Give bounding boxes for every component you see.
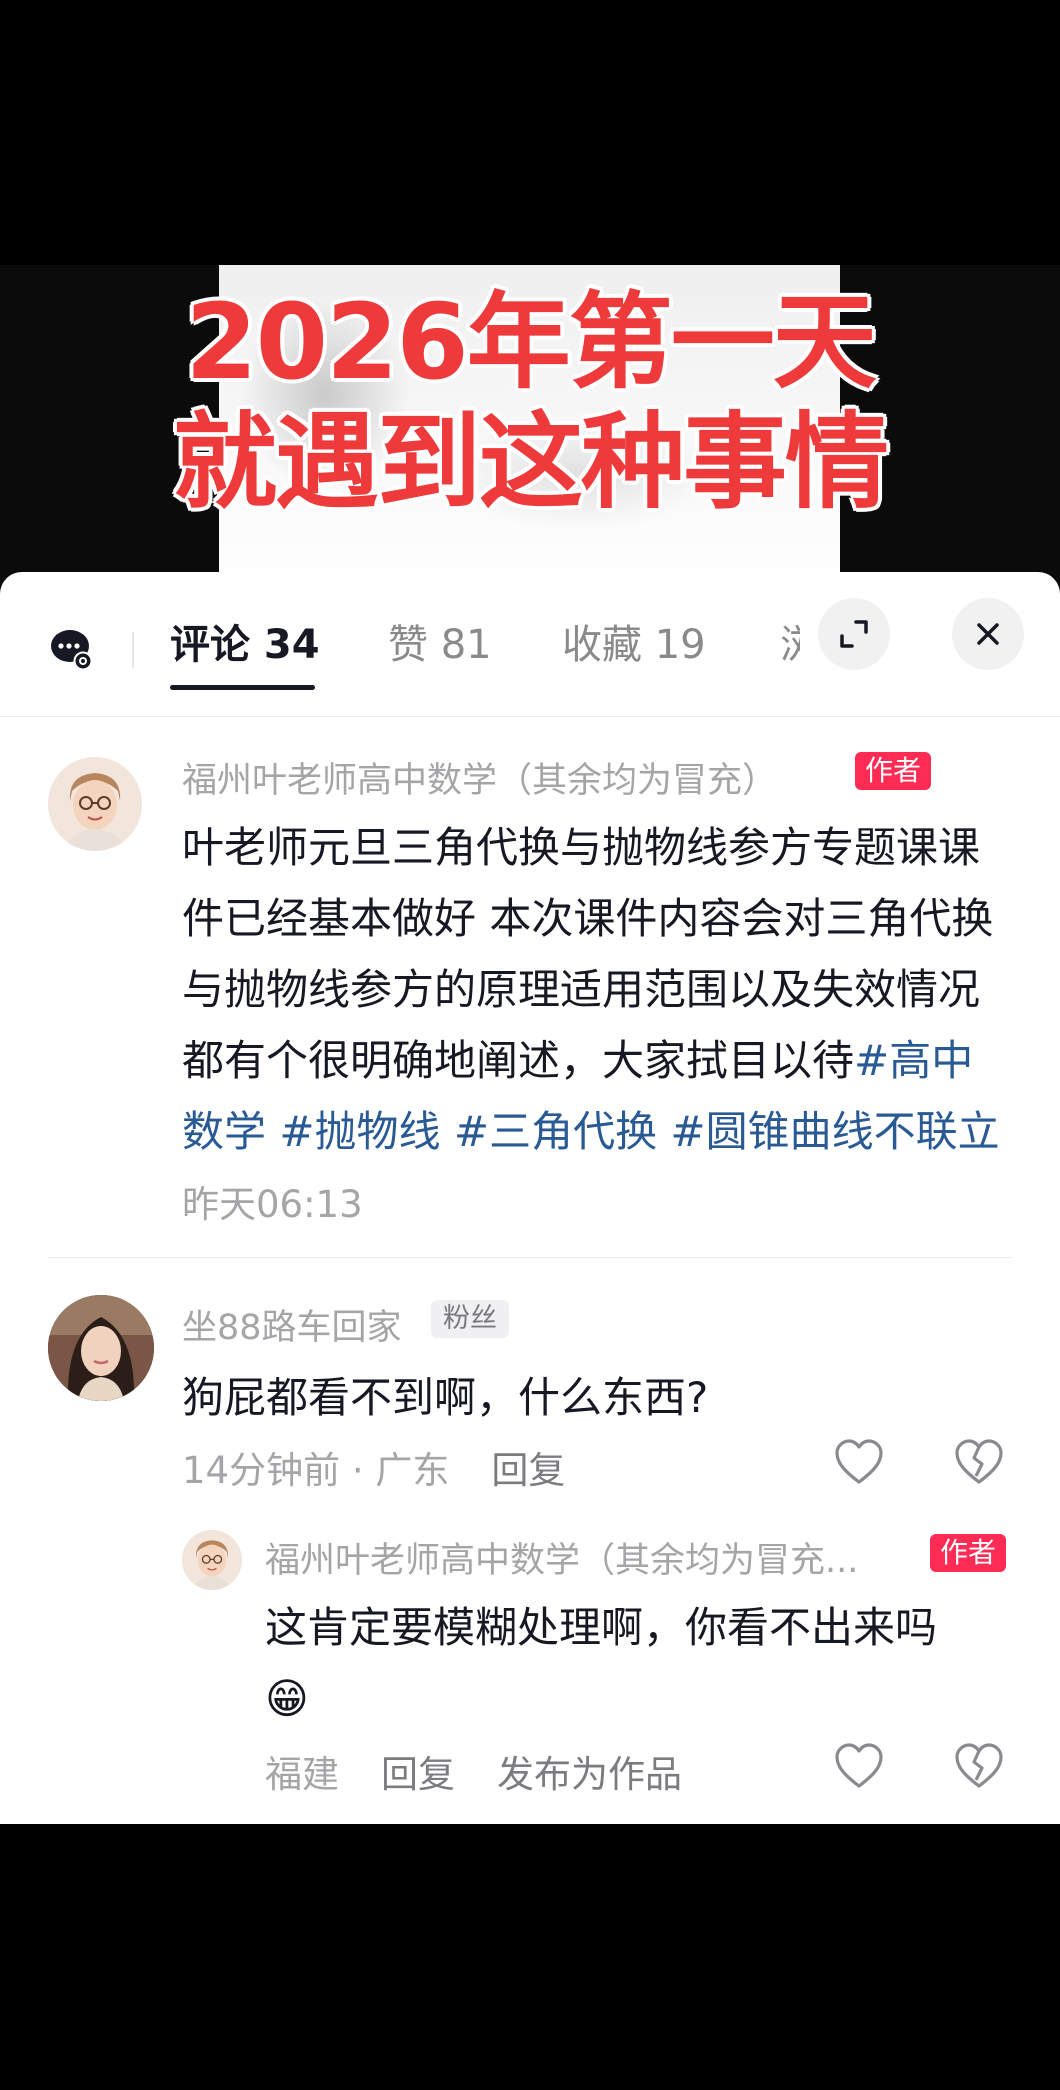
close-icon: [977, 623, 999, 645]
video-area[interactable]: 2026年第一天 就遇到这种事情: [0, 0, 1060, 600]
comment-time-location: 14分钟前 · 广东: [182, 1449, 450, 1492]
avatar[interactable]: [182, 1530, 242, 1590]
comment-divider: [48, 1257, 1012, 1258]
reply-button[interactable]: 回复: [381, 1753, 455, 1796]
avatar[interactable]: [48, 757, 142, 851]
video-headline-line1: 2026年第一天: [185, 281, 876, 403]
comment-author-name[interactable]: 福州叶老师高中数学（其余均为冒充）: [182, 752, 777, 803]
reply-button[interactable]: 回复: [491, 1449, 565, 1492]
bottom-black-area: [0, 1824, 1060, 2090]
reply-author-name[interactable]: 福州叶老师高中数学（其余均为冒充...: [265, 1532, 920, 1583]
tab-comments[interactable]: 评论 34: [170, 612, 320, 670]
chat-bubble-icon[interactable]: [50, 627, 94, 671]
broken-heart-icon[interactable]: [953, 1742, 1005, 1790]
comment-author-name[interactable]: 坐88路车回家: [182, 1299, 402, 1350]
publish-as-work-button[interactable]: 发布为作品: [497, 1753, 682, 1796]
close-button[interactable]: [952, 598, 1024, 670]
grin-emoji: 😁: [265, 1674, 309, 1723]
heart-icon[interactable]: [833, 1438, 885, 1486]
expand-icon: [840, 620, 868, 648]
tab-separator: [132, 632, 134, 668]
tab-likes[interactable]: 赞 81: [388, 612, 492, 670]
video-headline-line2: 就遇到这种事情: [172, 401, 889, 523]
reply-location: 福建: [265, 1753, 339, 1796]
comment-panel: 评论 34 赞 81 收藏 19 浏 福州叶老师高中数: [0, 572, 1060, 1824]
comment-timestamp: 昨天06:13: [182, 1183, 363, 1226]
tab-favorites[interactable]: 收藏 19: [562, 612, 706, 670]
reply-meta: 福建 回复 发布为作品: [265, 1744, 682, 1798]
comment-text: 狗屁都看不到啊，什么东西?: [182, 1373, 709, 1422]
comment-meta: 14分钟前 · 广东 回复: [182, 1440, 565, 1494]
active-tab-indicator: [170, 685, 315, 690]
tab-views[interactable]: 浏: [780, 612, 800, 672]
comment-text: 叶老师元旦三角代换与抛物线参方专题课课件已经基本做好 本次课件内容会对三角代换与…: [182, 812, 1012, 1240]
author-badge: 作者: [855, 752, 932, 790]
broken-heart-icon[interactable]: [953, 1438, 1005, 1486]
fan-badge: 粉丝: [431, 1300, 509, 1338]
heart-icon[interactable]: [833, 1742, 885, 1790]
expand-button[interactable]: [818, 598, 890, 670]
reply-text: 这肯定要模糊处理啊，你看不出来吗 😁: [265, 1592, 1025, 1734]
avatar[interactable]: [48, 1295, 154, 1401]
author-badge: 作者: [930, 1534, 1007, 1572]
reply-body: 这肯定要模糊处理啊，你看不出来吗: [265, 1603, 938, 1652]
tabs-bar: 评论 34 赞 81 收藏 19 浏: [0, 572, 1060, 717]
